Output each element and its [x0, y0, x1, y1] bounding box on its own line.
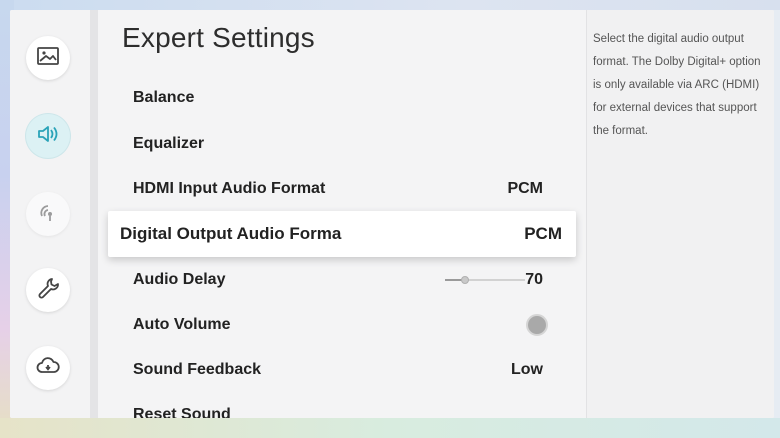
settings-panel: Expert Settings Balance Equalizer HDMI I…: [10, 10, 774, 418]
menu-item-auto-volume[interactable]: Auto Volume: [133, 308, 553, 342]
expert-settings-list: Expert Settings Balance Equalizer HDMI I…: [98, 10, 586, 418]
menu-item-digital-output-audio-format[interactable]: Digital Output Audio Forma PCM: [108, 211, 576, 257]
menu-item-sound-feedback[interactable]: Sound Feedback Low: [133, 353, 553, 387]
help-panel: Select the digital audio output format. …: [587, 10, 774, 418]
menu-item-value: PCM: [507, 180, 543, 197]
sidebar-item-general[interactable]: [26, 268, 70, 312]
auto-volume-toggle[interactable]: [526, 314, 548, 336]
menu-item-label: Sound Feedback: [133, 361, 262, 378]
menu-item-label: Equalizer: [133, 135, 205, 152]
menu-item-hdmi-input-audio-format[interactable]: HDMI Input Audio Format PCM: [133, 172, 553, 206]
menu-item-balance[interactable]: Balance: [133, 81, 553, 115]
menu-item-value: 70: [525, 271, 543, 288]
slider-handle[interactable]: [461, 276, 469, 284]
help-text: Select the digital audio output format. …: [593, 33, 761, 137]
background-top: [0, 0, 780, 10]
wrench-icon: [34, 274, 62, 307]
sidebar-item-support[interactable]: [26, 346, 70, 390]
menu-item-label: Balance: [133, 89, 195, 106]
broadcasting-icon: [34, 198, 62, 231]
menu-item-equalizer[interactable]: Equalizer: [133, 127, 553, 161]
sidebar-item-sound[interactable]: [26, 114, 70, 158]
sidebar-divider: [90, 10, 98, 418]
menu-item-label: Auto Volume: [133, 316, 231, 333]
page-title: Expert Settings: [122, 22, 315, 53]
menu-item-reset-sound[interactable]: Reset Sound: [133, 398, 553, 418]
menu-item-value: PCM: [524, 224, 562, 243]
audio-delay-slider[interactable]: [445, 276, 525, 284]
background-bottom: [0, 418, 780, 438]
menu-item-audio-delay[interactable]: Audio Delay 70: [133, 263, 553, 297]
menu-item-label: HDMI Input Audio Format: [133, 180, 326, 197]
menu-item-value: Low: [511, 361, 543, 378]
menu-item-label: Reset Sound: [133, 406, 231, 418]
cloud-support-icon: [34, 352, 62, 385]
sidebar-item-broadcasting[interactable]: [26, 192, 70, 236]
menu-item-label: Digital Output Audio Forma: [120, 224, 342, 243]
sound-icon: [34, 120, 62, 153]
picture-icon: [34, 42, 62, 75]
sidebar-item-picture[interactable]: [26, 36, 70, 80]
sidebar: [10, 10, 90, 418]
